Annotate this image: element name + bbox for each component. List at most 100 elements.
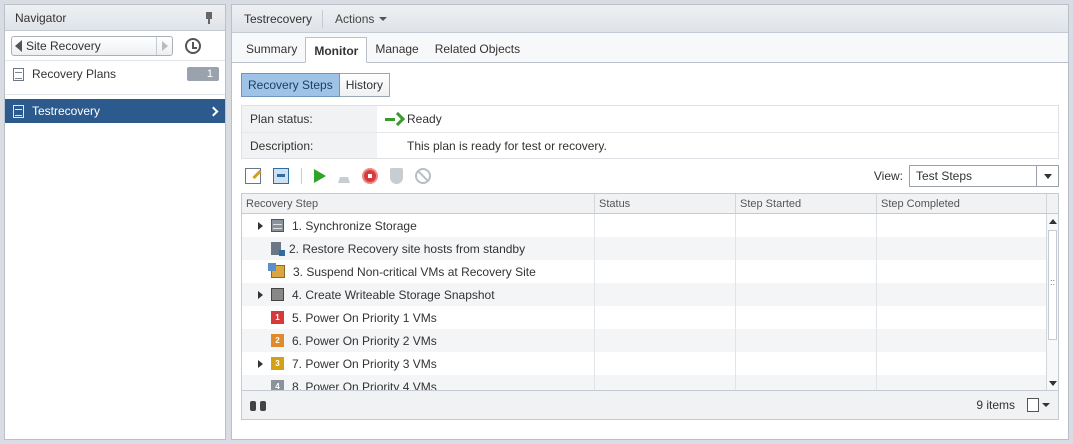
binoculars-icon[interactable] xyxy=(250,399,266,411)
tab-related-objects[interactable]: Related Objects xyxy=(427,36,528,62)
navigator-panel: Navigator Site Recovery Recovery Plans 1… xyxy=(4,4,226,440)
column-header-status[interactable]: Status xyxy=(595,194,736,213)
subtab-history[interactable]: History xyxy=(339,73,391,97)
priority-4-icon: 4 xyxy=(271,380,284,390)
step-label: 5. Power On Priority 1 VMs xyxy=(292,310,437,325)
breadcrumb-label: Site Recovery xyxy=(26,38,101,53)
step-label: 4. Create Writeable Storage Snapshot xyxy=(292,287,495,302)
scroll-up-icon[interactable] xyxy=(1047,214,1058,228)
scroll-down-icon[interactable] xyxy=(1047,376,1058,390)
main-header: Testrecovery Actions xyxy=(232,5,1068,33)
suspend-vms-icon xyxy=(268,263,285,278)
step-label: 2. Restore Recovery site hosts from stan… xyxy=(289,241,526,256)
chevron-down-icon xyxy=(379,16,388,21)
navigator-header: Navigator xyxy=(5,5,225,31)
chevron-down-icon[interactable] xyxy=(1042,403,1050,407)
steps-toolbar: View: Test Steps xyxy=(241,159,1059,193)
storage-icon xyxy=(271,219,284,232)
table-row[interactable]: 4 8. Power On Priority 4 VMs xyxy=(242,375,1058,390)
back-arrow-icon xyxy=(15,39,22,52)
monitor-content: Recovery Steps History Plan status: Read… xyxy=(232,63,1068,420)
nav-item-testrecovery[interactable]: Testrecovery xyxy=(5,99,225,123)
export-icon[interactable] xyxy=(1027,398,1039,412)
view-selector: View: Test Steps xyxy=(874,165,1059,187)
plan-properties: Plan status: Ready Description: This pla… xyxy=(241,105,1059,159)
column-header-recovery-step[interactable]: Recovery Step xyxy=(242,194,595,213)
table-row[interactable]: 2. Restore Recovery site hosts from stan… xyxy=(242,237,1058,260)
pin-icon[interactable] xyxy=(203,11,215,25)
priority-2-icon: 2 xyxy=(271,334,284,347)
grid-footer: 9 items xyxy=(242,390,1058,419)
grid-body: 1. Synchronize Storage 2. Restore Recove… xyxy=(242,214,1058,390)
view-dropdown[interactable]: Test Steps xyxy=(909,165,1059,187)
table-row[interactable]: 2 6. Power On Priority 2 VMs xyxy=(242,329,1058,352)
column-header-step-completed[interactable]: Step Completed xyxy=(877,194,1047,213)
subtab-recovery-steps[interactable]: Recovery Steps xyxy=(241,73,340,97)
snapshot-icon xyxy=(271,288,284,301)
table-row[interactable]: 3 7. Power On Priority 3 VMs xyxy=(242,352,1058,375)
grid-scrollbar[interactable] xyxy=(1046,214,1058,390)
host-icon xyxy=(271,242,285,256)
nav-divider xyxy=(5,87,225,95)
subtab-group: Recovery Steps History xyxy=(241,73,1059,97)
actions-label: Actions xyxy=(335,11,375,26)
count-badge: 1 xyxy=(186,67,219,81)
ready-arrow-icon xyxy=(385,113,401,125)
chevron-right-icon xyxy=(208,106,219,116)
step-label: 7. Power On Priority 3 VMs xyxy=(292,356,437,371)
priority-1-icon: 1 xyxy=(271,311,284,324)
cancel-icon[interactable] xyxy=(415,168,431,184)
actions-menu-button[interactable]: Actions xyxy=(335,11,388,26)
move-plan-icon[interactable] xyxy=(273,168,289,184)
reprotect-icon[interactable] xyxy=(390,168,403,184)
recovery-plan-icon xyxy=(13,67,24,81)
view-dropdown-value: Test Steps xyxy=(916,169,973,183)
table-row[interactable]: 4. Create Writeable Storage Snapshot xyxy=(242,283,1058,306)
run-test-icon[interactable] xyxy=(314,169,326,183)
description-row: Description: This plan is ready for test… xyxy=(242,132,1058,158)
table-row[interactable]: 1. Synchronize Storage xyxy=(242,214,1058,237)
tab-bar: Summary Monitor Manage Related Objects xyxy=(232,33,1068,63)
navigator-breadcrumb-row: Site Recovery xyxy=(5,31,225,61)
chevron-down-icon xyxy=(1036,166,1058,186)
tab-manage[interactable]: Manage xyxy=(367,36,426,62)
nav-selected-label: Testrecovery xyxy=(32,104,101,118)
toolbar-separator xyxy=(301,168,302,184)
step-label: 1. Synchronize Storage xyxy=(292,218,417,233)
history-icon[interactable] xyxy=(185,37,201,54)
view-label: View: xyxy=(873,169,903,183)
tab-summary[interactable]: Summary xyxy=(238,36,305,62)
description-label: Description: xyxy=(242,133,377,158)
expand-arrow-icon[interactable] xyxy=(258,359,263,368)
table-row[interactable]: 1 5. Power On Priority 1 VMs xyxy=(242,306,1058,329)
description-value: This plan is ready for test or recovery. xyxy=(407,138,607,153)
main-panel: Testrecovery Actions Summary Monitor Man… xyxy=(231,4,1069,440)
plan-status-value: Ready xyxy=(377,112,442,126)
expand-arrow-icon[interactable] xyxy=(258,221,263,230)
run-recovery-icon[interactable] xyxy=(362,168,378,184)
items-count: 9 items xyxy=(976,398,1015,412)
recovery-plan-icon xyxy=(13,104,24,118)
expand-arrow-icon[interactable] xyxy=(258,290,263,299)
breadcrumb-back-button[interactable]: Site Recovery xyxy=(11,35,173,56)
plan-status-label: Plan status: xyxy=(242,106,377,132)
cleanup-icon[interactable] xyxy=(338,169,350,183)
table-row[interactable]: 3. Suspend Non-critical VMs at Recovery … xyxy=(242,260,1058,283)
edit-plan-icon[interactable] xyxy=(245,168,261,184)
step-label: 6. Power On Priority 2 VMs xyxy=(292,333,437,348)
plan-status-text: Ready xyxy=(407,112,442,126)
grid-header: Recovery Step Status Step Started Step C… xyxy=(242,194,1058,214)
column-header-step-started[interactable]: Step Started xyxy=(736,194,877,213)
priority-3-icon: 3 xyxy=(271,357,284,370)
page-title: Testrecovery xyxy=(244,9,324,28)
navigator-title: Navigator xyxy=(15,10,67,25)
recovery-steps-grid: Recovery Step Status Step Started Step C… xyxy=(241,193,1059,420)
step-label: 3. Suspend Non-critical VMs at Recovery … xyxy=(293,264,536,279)
step-label: 8. Power On Priority 4 VMs xyxy=(292,379,437,391)
nav-item-recovery-plans[interactable]: Recovery Plans 1 xyxy=(5,61,225,87)
plan-status-row: Plan status: Ready xyxy=(242,106,1058,132)
nav-item-label: Recovery Plans xyxy=(32,67,117,81)
scroll-thumb[interactable] xyxy=(1048,230,1057,340)
tab-monitor[interactable]: Monitor xyxy=(305,37,368,63)
forward-arrow-icon[interactable] xyxy=(156,36,172,55)
